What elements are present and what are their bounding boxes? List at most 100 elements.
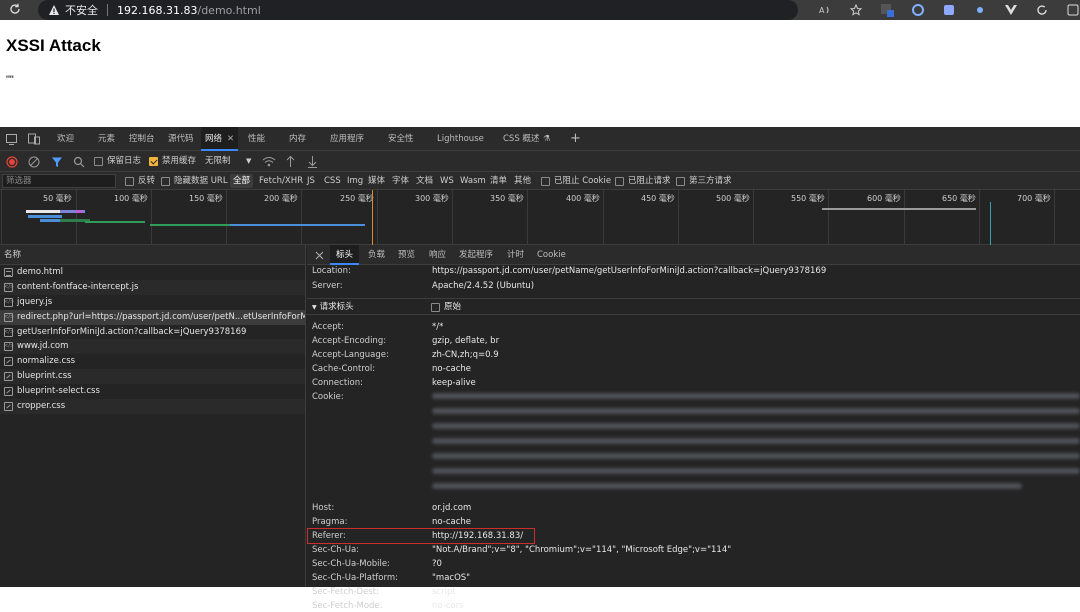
request-row[interactable]: jquery.js xyxy=(0,295,305,310)
network-overview-timeline[interactable]: 50 毫秒 100 毫秒 150 毫秒 200 毫秒 250 毫秒 300 毫秒… xyxy=(0,190,1080,245)
timeline-label: 300 毫秒 xyxy=(415,194,449,203)
blocked-requests-label: 已阻止请求 xyxy=(628,176,671,186)
tab-lighthouse[interactable]: Lighthouse xyxy=(437,127,484,151)
record-icon[interactable] xyxy=(6,156,18,168)
request-row[interactable]: content-fontface-intercept.js xyxy=(0,279,305,295)
filter-type-img[interactable]: Img xyxy=(347,174,363,188)
filter-type-media[interactable]: 媒体 xyxy=(368,174,385,188)
filter-type-ws[interactable]: WS xyxy=(440,174,454,188)
blocked-requests-checkbox[interactable]: 已阻止请求 xyxy=(615,174,671,188)
tab-performance[interactable]: 性能 xyxy=(248,127,265,151)
third-party-checkbox[interactable]: 第三方请求 xyxy=(676,174,732,188)
timeline-tick-150: 150 毫秒 xyxy=(189,190,227,245)
inspect-element-icon[interactable] xyxy=(5,132,19,146)
tab-network[interactable]: 网络 ✕ xyxy=(201,127,239,151)
device-toolbar-icon[interactable] xyxy=(27,132,41,146)
tab-cookies[interactable]: Cookie xyxy=(537,245,566,265)
tab-headers[interactable]: 标头 xyxy=(330,245,360,265)
search-icon[interactable] xyxy=(73,156,85,168)
filter-type-font[interactable]: 字体 xyxy=(392,174,409,188)
tab-sources[interactable]: 源代码 xyxy=(168,127,194,151)
request-row[interactable]: normalize.css xyxy=(0,354,305,369)
refresh-extension-icon[interactable] xyxy=(1035,3,1049,17)
timeline-tick-300: 300 毫秒 xyxy=(415,190,453,245)
header-key: Sec-Ch-Ua-Platform: xyxy=(312,573,398,583)
close-details-icon[interactable] xyxy=(315,251,324,260)
filter-icon[interactable] xyxy=(51,156,63,168)
extension-circle-icon[interactable] xyxy=(911,3,925,17)
blocked-cookies-checkbox[interactable]: 已阻止 Cookie xyxy=(541,174,611,188)
tab-initiator[interactable]: 发起程序 xyxy=(459,245,493,265)
raw-label: 原始 xyxy=(444,302,462,312)
request-row[interactable]: blueprint.css xyxy=(0,369,305,385)
clear-icon[interactable] xyxy=(28,156,40,168)
extension-gear-icon[interactable] xyxy=(973,3,987,17)
request-row[interactable]: blueprint-select.css xyxy=(0,384,305,399)
import-har-icon[interactable] xyxy=(285,155,296,168)
tab-console[interactable]: 控制台 xyxy=(129,127,155,151)
invert-box[interactable] xyxy=(125,176,134,186)
preserve-log-box[interactable] xyxy=(94,157,103,166)
tab-payload[interactable]: 负载 xyxy=(368,245,385,265)
hide-data-urls-checkbox[interactable]: 隐藏数据 URL xyxy=(161,174,228,188)
filter-type-all[interactable]: 全部 xyxy=(230,174,254,188)
read-aloud-icon[interactable]: A xyxy=(818,3,832,17)
filter-type-wasm[interactable]: Wasm xyxy=(460,174,486,188)
requests-column-name[interactable]: 名称 xyxy=(0,245,305,265)
tab-elements[interactable]: 元素 xyxy=(98,127,115,151)
insecure-label[interactable]: 不安全 xyxy=(65,2,98,18)
preserve-log-checkbox[interactable]: 保留日志 xyxy=(94,155,141,168)
blocked-requests-box[interactable] xyxy=(615,176,624,186)
throttle-dropdown-icon[interactable]: ▼ xyxy=(246,155,251,168)
third-party-box[interactable] xyxy=(676,176,685,186)
tab-css-overview[interactable]: CSS 概述 xyxy=(503,127,539,151)
filter-type-js[interactable]: JS xyxy=(307,174,315,188)
request-row[interactable]: cropper.css xyxy=(0,399,305,414)
header-value: "macOS" xyxy=(432,573,471,583)
filter-type-fetch-xhr[interactable]: Fetch/XHR xyxy=(259,174,303,188)
close-tab-icon[interactable]: ✕ xyxy=(227,134,234,144)
disable-cache-checkbox[interactable]: 禁用缓存 xyxy=(149,155,196,168)
hide-data-urls-box[interactable] xyxy=(161,176,170,186)
tab-memory[interactable]: 内存 xyxy=(289,127,306,151)
disable-cache-box[interactable] xyxy=(149,157,158,166)
tab-response[interactable]: 响应 xyxy=(429,245,446,265)
throttle-select[interactable]: 无限制 xyxy=(205,155,231,168)
header-key: Sec-Ch-Ua: xyxy=(312,545,360,555)
tab-timing[interactable]: 计时 xyxy=(507,245,524,265)
timeline-label: 550 毫秒 xyxy=(791,194,825,203)
extension-vue-icon[interactable] xyxy=(1004,3,1018,17)
tab-application[interactable]: 应用程序 xyxy=(330,127,364,151)
request-headers-section[interactable]: ▼ 请求标头 原始 xyxy=(307,298,1080,315)
collapse-triangle-icon: ▼ xyxy=(312,304,317,311)
stylesheet-icon xyxy=(4,357,13,367)
extension-badge-icon[interactable] xyxy=(880,3,894,17)
filter-type-css[interactable]: CSS xyxy=(324,174,341,188)
export-har-icon[interactable] xyxy=(307,155,318,168)
redacted-line xyxy=(432,468,1080,474)
address-bar[interactable]: 不安全 192.168.31.83/demo.html xyxy=(38,0,798,20)
extension-square-icon[interactable] xyxy=(942,3,956,17)
reload-icon[interactable] xyxy=(8,2,22,16)
filter-type-doc[interactable]: 文档 xyxy=(416,174,433,188)
request-row[interactable]: getUserInfoForMiniJd.action?callback=jQu… xyxy=(0,325,305,340)
filter-input[interactable]: 筛选器 xyxy=(2,174,116,188)
filter-type-manifest[interactable]: 清单 xyxy=(490,174,507,188)
header-value: ?0 xyxy=(432,559,442,569)
browser-extensions: A xyxy=(801,0,1080,20)
invert-checkbox[interactable]: 反转 xyxy=(125,174,155,188)
network-conditions-icon[interactable] xyxy=(262,155,276,168)
tab-preview[interactable]: 预览 xyxy=(398,245,415,265)
request-row[interactable]: www.jd.com xyxy=(0,339,305,355)
filter-type-other[interactable]: 其他 xyxy=(514,174,531,188)
request-row[interactable]: demo.html xyxy=(0,265,305,280)
split-screen-icon[interactable] xyxy=(1066,3,1080,17)
raw-toggle[interactable]: 原始 xyxy=(431,299,461,316)
request-row-selected[interactable]: redirect.php?url=https://passport.jd.com… xyxy=(0,309,305,325)
favorite-star-icon[interactable] xyxy=(849,3,863,17)
raw-checkbox[interactable] xyxy=(431,303,440,312)
tab-security[interactable]: 安全性 xyxy=(388,127,414,151)
tab-welcome[interactable]: 欢迎 xyxy=(57,127,74,151)
blocked-cookies-box[interactable] xyxy=(541,176,550,186)
add-tab-icon[interactable]: + xyxy=(570,127,581,151)
